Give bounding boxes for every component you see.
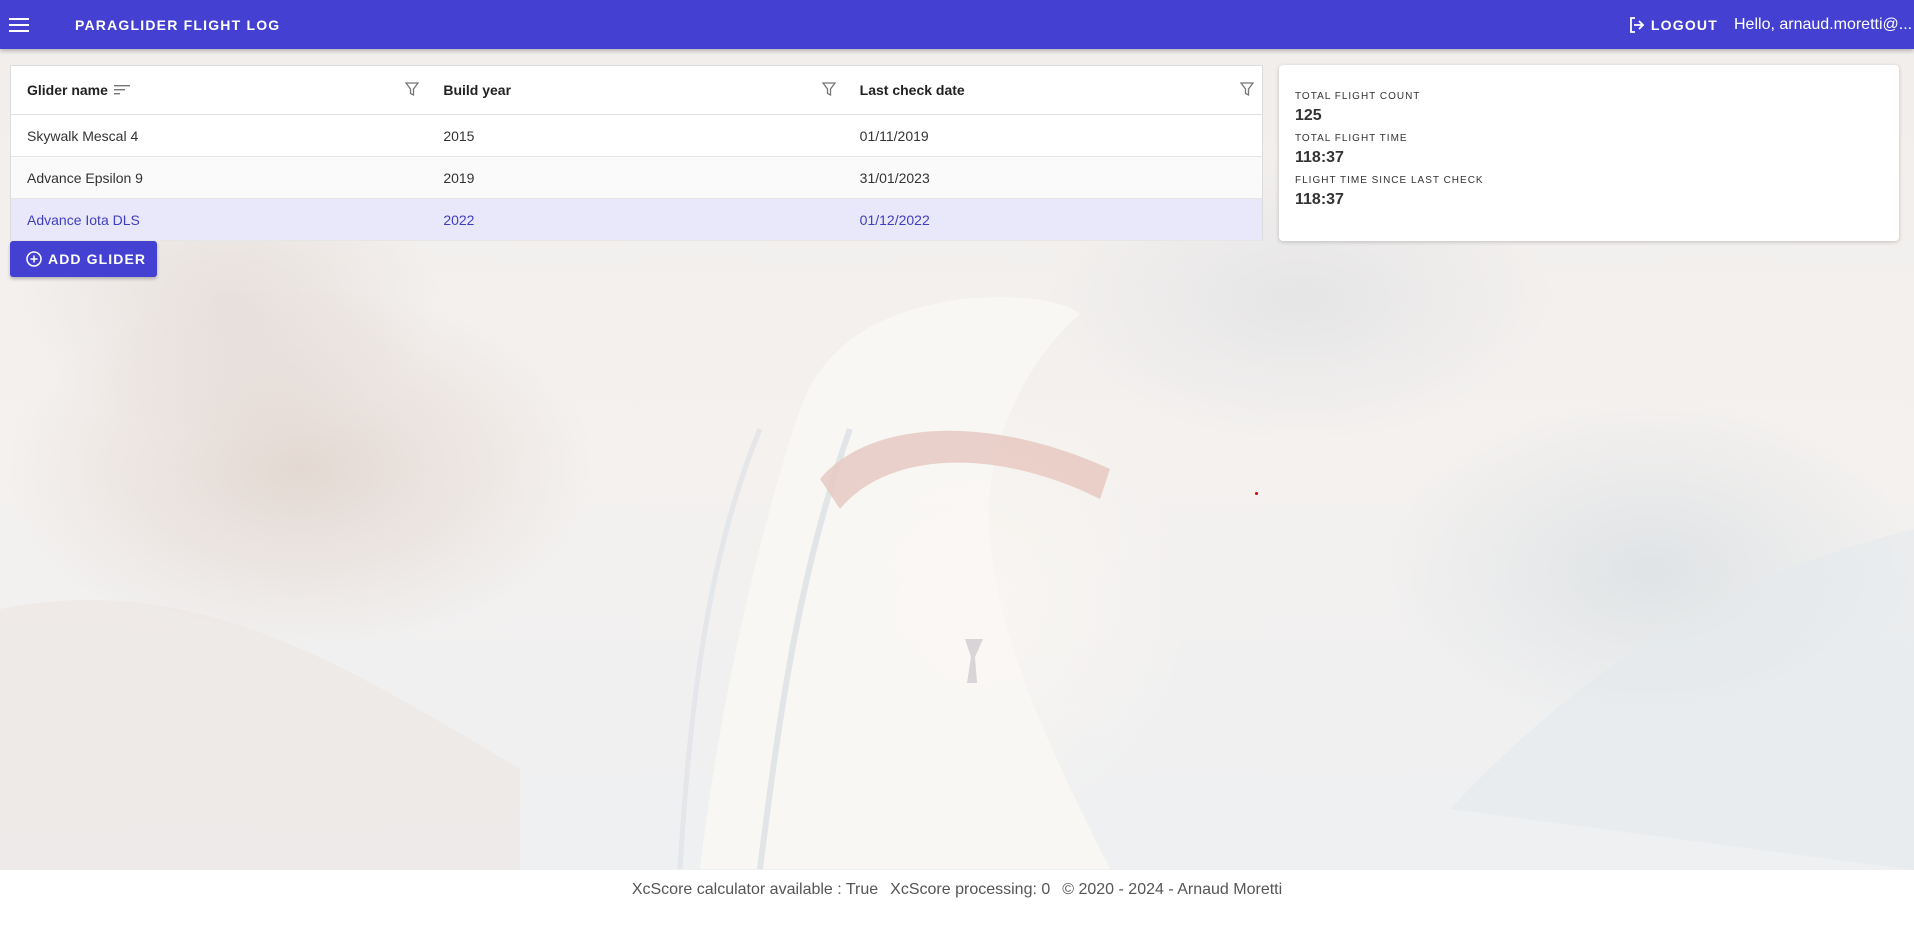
add-glider-button[interactable]: ADD GLIDER bbox=[10, 241, 157, 277]
table-row-selected[interactable]: Advance Iota DLS 2022 01/12/2022 bbox=[11, 199, 1262, 241]
filter-icon[interactable] bbox=[405, 82, 420, 97]
cell-build-year: 2019 bbox=[443, 169, 475, 186]
column-header-build-year[interactable]: Build year bbox=[427, 66, 843, 114]
footer-copyright: © 2020 - 2024 - Arnaud Moretti bbox=[1062, 880, 1283, 898]
cell-glider-name: Skywalk Mescal 4 bbox=[27, 127, 139, 144]
stat-label-flight-time-since-last-check: FLIGHT TIME SINCE LAST CHECK bbox=[1295, 175, 1484, 186]
column-header-label: Glider name bbox=[27, 82, 108, 98]
menu-icon bbox=[9, 17, 29, 32]
cell-glider-name: Advance Epsilon 9 bbox=[27, 169, 143, 186]
flight-stats-card: TOTAL FLIGHT COUNT 125 TOTAL FLIGHT TIME… bbox=[1279, 65, 1899, 241]
cell-last-check-date: 01/12/2022 bbox=[859, 211, 930, 228]
footer-xcscore-processing: XcScore processing: 0 bbox=[890, 880, 1051, 898]
stat-label-total-flight-time: TOTAL FLIGHT TIME bbox=[1295, 133, 1408, 144]
stat-value-total-flight-count: 125 bbox=[1295, 107, 1322, 124]
cell-glider-name: Advance Iota DLS bbox=[27, 211, 140, 228]
footer: XcScore calculator available : True XcSc… bbox=[0, 870, 1914, 925]
cell-build-year: 2022 bbox=[443, 211, 475, 228]
column-header-label: Build year bbox=[443, 82, 512, 98]
cell-last-check-date: 01/11/2019 bbox=[859, 127, 929, 144]
table-row[interactable]: Advance Epsilon 9 2019 31/01/2023 bbox=[11, 157, 1262, 199]
gliders-table: Glider name Build year Last check date S… bbox=[10, 65, 1263, 241]
add-circle-icon bbox=[26, 251, 42, 267]
cell-build-year: 2015 bbox=[443, 127, 475, 144]
column-header-label: Last check date bbox=[859, 82, 965, 98]
column-header-glider-name[interactable]: Glider name bbox=[11, 66, 427, 114]
menu-button[interactable] bbox=[0, 0, 38, 49]
stat-value-total-flight-time: 118:37 bbox=[1295, 149, 1344, 166]
logout-icon bbox=[1630, 16, 1645, 33]
add-glider-label: ADD GLIDER bbox=[48, 251, 147, 267]
filter-icon[interactable] bbox=[1239, 82, 1254, 97]
top-app-bar: PARAGLIDER FLIGHT LOG LOGOUT Hello, arna… bbox=[0, 0, 1914, 49]
cell-last-check-date: 31/01/2023 bbox=[859, 169, 930, 186]
stat-label-total-flight-count: TOTAL FLIGHT COUNT bbox=[1295, 91, 1421, 102]
table-header: Glider name Build year Last check date bbox=[11, 66, 1262, 115]
logout-button[interactable]: LOGOUT bbox=[1621, 17, 1726, 33]
user-greeting: Hello, arnaud.moretti@... bbox=[1734, 15, 1913, 33]
cursor-dot bbox=[1255, 492, 1258, 495]
sort-icon[interactable] bbox=[113, 84, 130, 96]
logout-label: LOGOUT bbox=[1650, 16, 1718, 33]
column-header-last-check-date[interactable]: Last check date bbox=[844, 66, 1262, 114]
filter-icon[interactable] bbox=[821, 82, 836, 97]
footer-xcscore-available: XcScore calculator available : True bbox=[631, 880, 879, 898]
stat-value-flight-time-since-last-check: 118:37 bbox=[1295, 191, 1344, 208]
table-row[interactable]: Skywalk Mescal 4 2015 01/11/2019 bbox=[11, 115, 1262, 157]
app-title: PARAGLIDER FLIGHT LOG bbox=[75, 16, 281, 33]
